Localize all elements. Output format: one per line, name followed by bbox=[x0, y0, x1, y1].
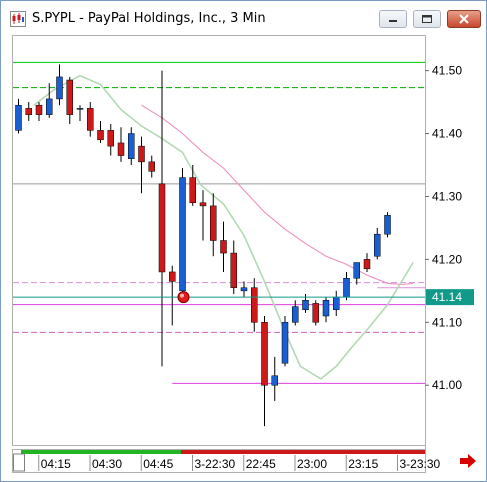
candle-body bbox=[66, 79, 73, 115]
candle-body bbox=[35, 104, 43, 115]
y-tick-label: 41.30 bbox=[432, 189, 462, 203]
candle-body bbox=[271, 375, 278, 386]
x-tick-label: 04:15 bbox=[41, 457, 71, 471]
candle-26 bbox=[281, 316, 289, 367]
candle-body bbox=[87, 108, 94, 131]
candle-body bbox=[199, 202, 207, 207]
candle-29 bbox=[312, 300, 319, 326]
candle-body bbox=[148, 161, 155, 172]
candle-body bbox=[169, 271, 176, 282]
candle-body bbox=[261, 322, 268, 386]
x-tick-label: 23:00 bbox=[297, 457, 327, 471]
candle-body bbox=[189, 177, 196, 203]
execution-marker[interactable] bbox=[177, 291, 190, 304]
candle-body bbox=[179, 177, 186, 292]
candle-body bbox=[138, 145, 145, 163]
candle-body bbox=[158, 183, 166, 273]
candle-body bbox=[384, 215, 391, 235]
session-bar-red bbox=[181, 450, 425, 454]
x-tick-label: 3-22:30 bbox=[195, 457, 236, 471]
candle-body bbox=[281, 322, 289, 364]
y-tick-label: 41.00 bbox=[432, 378, 462, 392]
candle-body bbox=[292, 306, 299, 323]
y-tick-label: 41.40 bbox=[432, 127, 462, 141]
candle-body bbox=[25, 108, 32, 115]
scroll-right-arrow-icon[interactable] bbox=[459, 453, 477, 469]
candle-body bbox=[230, 252, 237, 288]
scroll-thumb[interactable] bbox=[13, 453, 25, 472]
candle-body bbox=[128, 133, 135, 159]
x-tick-label: 3-23:30 bbox=[400, 457, 441, 471]
last-price-label: 41.14 bbox=[432, 290, 462, 304]
y-tick-label: 41.10 bbox=[432, 315, 462, 329]
plot-area bbox=[12, 35, 426, 446]
price-chart[interactable]: 41.50 41.40 41.30 41.20 41.10 41.00 41.14 04:… bbox=[1, 1, 486, 481]
x-tick-label: 22:45 bbox=[246, 457, 276, 471]
candle-body bbox=[97, 130, 104, 141]
candle-body bbox=[333, 296, 340, 310]
x-tick-label: 04:30 bbox=[92, 457, 122, 471]
candle-body bbox=[56, 76, 63, 100]
candle-body bbox=[76, 108, 84, 110]
candle-16 bbox=[179, 168, 186, 294]
candle-body bbox=[240, 287, 248, 292]
candle-body bbox=[15, 104, 22, 131]
candle-body bbox=[322, 300, 330, 317]
candle-body bbox=[107, 130, 114, 147]
candle-36 bbox=[384, 212, 391, 238]
x-tick-label: 23:15 bbox=[348, 457, 378, 471]
candle-body bbox=[343, 278, 350, 298]
candle-body bbox=[353, 262, 360, 279]
chart-window: S.PYPL - PayPal Holdings, Inc., 3 Min 41… bbox=[0, 0, 487, 482]
candle-body bbox=[210, 205, 217, 241]
candle-body bbox=[117, 142, 125, 156]
candle-body bbox=[220, 240, 227, 254]
candle-body bbox=[312, 303, 319, 323]
x-tick-label: 04:45 bbox=[143, 457, 173, 471]
session-bar-green bbox=[21, 450, 181, 454]
candle-body bbox=[374, 233, 381, 257]
candle-body bbox=[46, 98, 53, 115]
price-axis: 41.50 41.40 41.30 41.20 41.10 41.00 bbox=[425, 64, 462, 392]
y-tick-label: 41.20 bbox=[432, 252, 462, 266]
y-tick-label: 41.50 bbox=[432, 64, 462, 78]
candle-body bbox=[302, 300, 309, 310]
candle-body bbox=[363, 259, 371, 270]
candle-body bbox=[251, 287, 258, 323]
